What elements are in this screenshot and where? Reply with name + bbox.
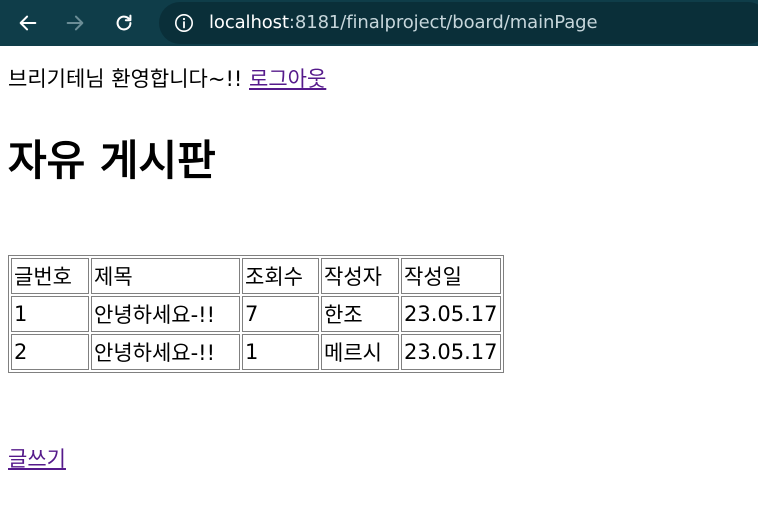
cell-title[interactable]: 안녕하세요-!! — [91, 334, 240, 370]
cell-post-number: 2 — [11, 334, 89, 370]
header-author: 작성자 — [321, 258, 399, 294]
url-host: localhost — [209, 12, 289, 33]
welcome-line: 브리기테님 환영합니다~!! 로그아웃 — [8, 66, 326, 92]
table-row[interactable]: 2 안녕하세요-!! 1 메르시 23.05.17 — [11, 334, 501, 370]
header-date: 작성일 — [401, 258, 501, 294]
page-content: 브리기테님 환영합니다~!! 로그아웃 자유 게시판 글번호 제목 조회수 작성… — [0, 46, 758, 521]
cell-author: 한조 — [321, 296, 399, 332]
forward-arrow-icon — [66, 15, 84, 31]
logout-link[interactable]: 로그아웃 — [249, 67, 326, 91]
cell-date: 23.05.17 — [401, 334, 501, 370]
welcome-text: 브리기테님 환영합니다~!! — [8, 67, 243, 91]
header-views: 조회수 — [242, 258, 319, 294]
reload-button[interactable] — [107, 6, 141, 40]
table-row[interactable]: 1 안녕하세요-!! 7 한조 23.05.17 — [11, 296, 501, 332]
cell-views: 1 — [242, 334, 319, 370]
header-post-number: 글번호 — [11, 258, 89, 294]
cell-author: 메르시 — [321, 334, 399, 370]
cell-title[interactable]: 안녕하세요-!! — [91, 296, 240, 332]
browser-toolbar: localhost:8181/finalproject/board/mainPa… — [0, 0, 758, 46]
table-header-row: 글번호 제목 조회수 작성자 작성일 — [11, 258, 501, 294]
back-arrow-icon — [19, 15, 37, 31]
url-text: localhost:8181/finalproject/board/mainPa… — [209, 12, 598, 33]
address-bar[interactable]: localhost:8181/finalproject/board/mainPa… — [159, 2, 758, 44]
page-title: 자유 게시판 — [8, 136, 216, 185]
reload-icon — [116, 14, 132, 31]
back-button[interactable] — [11, 6, 45, 40]
write-post-link[interactable]: 글쓰기 — [8, 447, 66, 471]
board-table: 글번호 제목 조회수 작성자 작성일 1 안녕하세요-!! 7 한조 23.05… — [8, 255, 504, 373]
cell-views: 7 — [242, 296, 319, 332]
cell-post-number: 1 — [11, 296, 89, 332]
cell-date: 23.05.17 — [401, 296, 501, 332]
forward-button[interactable] — [58, 6, 92, 40]
header-title: 제목 — [91, 258, 240, 294]
url-path: :8181/finalproject/board/mainPage — [288, 12, 598, 33]
info-icon[interactable] — [174, 13, 194, 33]
write-container: 글쓰기 — [8, 446, 66, 472]
